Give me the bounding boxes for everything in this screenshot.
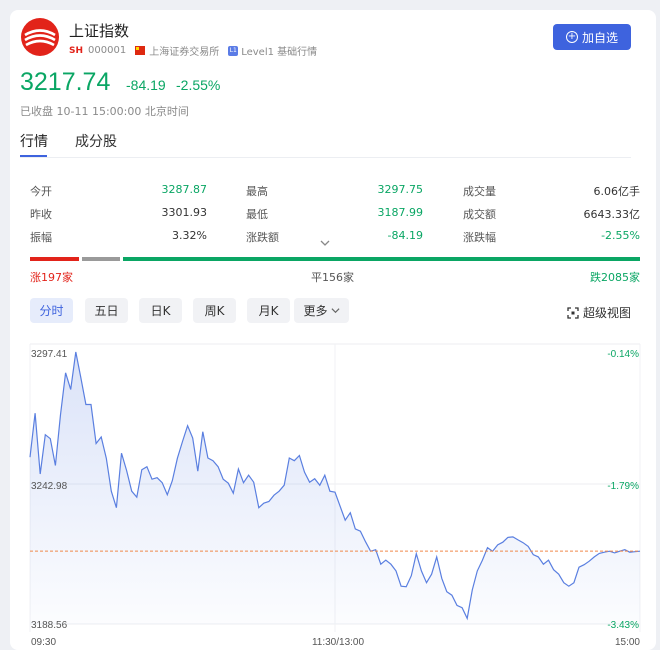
stat-label-open: 今开	[30, 185, 52, 198]
stat-label-turnover: 成交额	[463, 208, 496, 221]
fullscreen-icon	[567, 306, 579, 319]
price-change-pct: -2.55%	[176, 77, 221, 93]
period-daily-k-button[interactable]: 日K	[139, 298, 182, 323]
chevron-down-icon[interactable]	[320, 238, 330, 248]
advancers-count: 涨197家	[30, 271, 73, 284]
stat-label-prev-close: 昨收	[30, 208, 52, 221]
period-intraday-button[interactable]: 分时	[30, 298, 73, 323]
stat-value-prev-close: 3301.93	[161, 206, 208, 219]
stat-label-low: 最低	[246, 208, 268, 221]
price-change: -84.19	[126, 77, 166, 93]
period-monthly-k-button[interactable]: 月K	[247, 298, 290, 323]
market-code: SH	[69, 45, 84, 56]
level1-icon: L1	[228, 45, 239, 56]
tab-divider	[20, 157, 631, 158]
decliners-bar	[123, 257, 640, 261]
exchange-name: 上海证券交易所	[149, 47, 220, 58]
stat-label-volume: 成交量	[463, 185, 496, 198]
index-meta: SH 000001 上海证券交易所 L1 Level1 基础行情	[69, 43, 317, 58]
stat-value-amplitude: 3.32%	[172, 229, 207, 242]
more-label: 更多	[303, 304, 328, 318]
sse-logo	[21, 18, 59, 56]
market-status: 已收盘 10-11 15:00:00 北京时间	[20, 105, 189, 118]
last-price: 3217.74	[20, 68, 111, 96]
stat-label-amplitude: 振幅	[30, 231, 52, 244]
stat-value-open: 3287.87	[161, 183, 208, 196]
advancers-bar	[30, 257, 79, 261]
china-flag-icon	[135, 46, 146, 55]
stat-value-volume: 6.06亿手	[593, 185, 641, 198]
unchanged-count: 平156家	[311, 271, 354, 284]
security-code: 000001	[88, 45, 127, 56]
tab-constituents[interactable]: 成分股	[75, 131, 117, 151]
add-watchlist-label: 加自选	[581, 30, 618, 45]
tab-quote[interactable]: 行情	[20, 131, 48, 151]
unchanged-bar	[81, 257, 121, 261]
period-5day-button[interactable]: 五日	[85, 298, 128, 323]
stat-value-high: 3297.75	[377, 183, 424, 196]
level-label: Level1 基础行情	[241, 47, 318, 58]
stat-value-low: 3187.99	[377, 206, 424, 219]
super-view-label: 超级视图	[583, 306, 632, 320]
stat-label-change-pct: 涨跌幅	[463, 231, 496, 244]
stat-value-change-pct: -2.55%	[601, 229, 640, 242]
index-name: 上证指数	[69, 22, 130, 40]
stat-value-turnover: 6643.33亿	[583, 208, 641, 221]
add-watchlist-button[interactable]: + 加自选	[553, 24, 631, 50]
period-weekly-k-button[interactable]: 周K	[193, 298, 236, 323]
stat-value-change: -84.19	[387, 229, 423, 242]
stat-label-change: 涨跌额	[246, 231, 279, 244]
super-view-button[interactable]: 超级视图	[567, 304, 631, 321]
decliners-count: 跌2085家	[590, 271, 640, 284]
period-more-dropdown[interactable]: 更多	[294, 298, 349, 323]
stat-label-high: 最高	[246, 185, 268, 198]
plus-circle-icon: +	[565, 31, 578, 43]
chevron-down-icon	[330, 308, 340, 314]
